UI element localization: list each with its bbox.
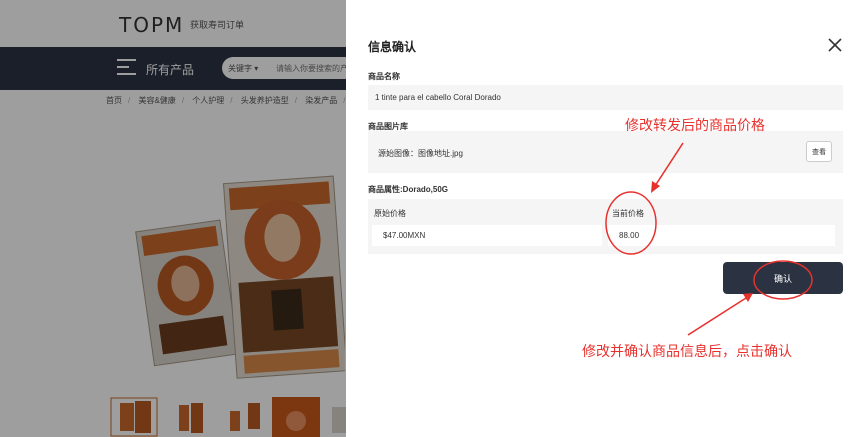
annotation-top-note: 修改转发后的商品价格 <box>625 118 765 134</box>
gallery-value: 源始图像：图像地址.jpg <box>378 149 463 158</box>
close-icon[interactable] <box>826 36 844 54</box>
current-price-label: 当前价格 <box>612 209 644 218</box>
view-button[interactable]: 查看 <box>806 141 832 162</box>
current-price-input[interactable]: 88.00 <box>608 225 835 246</box>
confirm-button[interactable]: 确认 <box>723 262 843 294</box>
attributes-label: 商品属性:Dorado,50G <box>368 185 449 194</box>
product-name-value: 1 tinte para el cabello Coral Dorado <box>375 93 501 102</box>
original-price-label: 原始价格 <box>374 209 406 218</box>
product-name-label: 商品名称 <box>368 72 400 81</box>
drawer-title: 信息确认 <box>368 40 417 54</box>
modal-backdrop[interactable] <box>0 0 346 437</box>
original-price-input: $47.00MXN <box>372 225 602 246</box>
annotation-bottom-note: 修改并确认商品信息后，点击确认 <box>582 344 792 360</box>
